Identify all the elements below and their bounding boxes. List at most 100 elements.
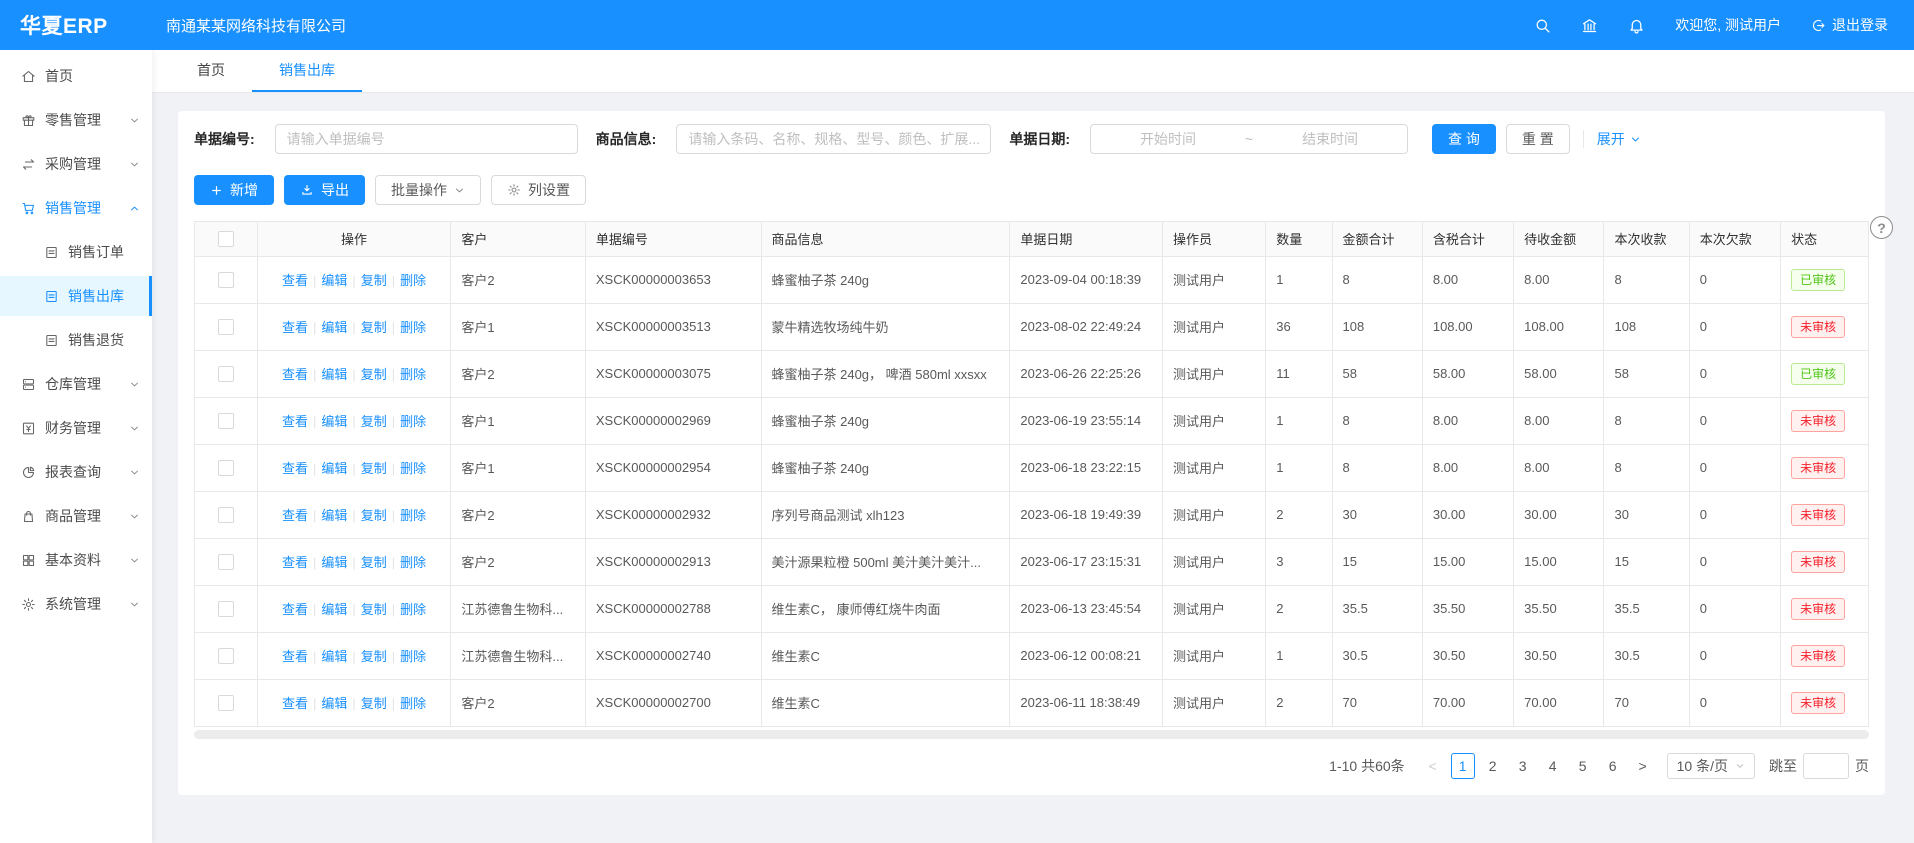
- delete-link[interactable]: 删除: [400, 602, 426, 617]
- pagination-page-4[interactable]: 4: [1541, 753, 1565, 779]
- row-checkbox[interactable]: [218, 648, 234, 664]
- cell-status: 未审核: [1781, 679, 1868, 726]
- pagination-page-6[interactable]: 6: [1601, 753, 1625, 779]
- delete-link[interactable]: 删除: [400, 273, 426, 288]
- sidebar-item-sales[interactable]: 销售管理: [0, 188, 152, 228]
- delete-link[interactable]: 删除: [400, 555, 426, 570]
- pagination-next-button[interactable]: >: [1631, 753, 1655, 779]
- view-link[interactable]: 查看: [282, 508, 308, 523]
- delete-link[interactable]: 删除: [400, 696, 426, 711]
- reset-button[interactable]: 重 置: [1506, 124, 1570, 154]
- sidebar-item-reports[interactable]: 报表查询: [0, 452, 152, 492]
- sidebar-item-warehouse[interactable]: 仓库管理: [0, 364, 152, 404]
- date-range-picker[interactable]: 开始时间 ~ 结束时间: [1090, 124, 1408, 154]
- row-checkbox[interactable]: [218, 695, 234, 711]
- sidebar-item-home[interactable]: 首页: [0, 56, 152, 96]
- expand-link[interactable]: 展开: [1597, 129, 1641, 149]
- pagination-page-2[interactable]: 2: [1481, 753, 1505, 779]
- copy-link[interactable]: 复制: [361, 602, 387, 617]
- copy-link[interactable]: 复制: [361, 649, 387, 664]
- sidebar-item-system[interactable]: 系统管理: [0, 584, 152, 624]
- view-link[interactable]: 查看: [282, 602, 308, 617]
- copy-link[interactable]: 复制: [361, 461, 387, 476]
- delete-link[interactable]: 删除: [400, 508, 426, 523]
- search-icon[interactable]: [1534, 17, 1551, 34]
- copy-link[interactable]: 复制: [361, 508, 387, 523]
- sidebar-item-base[interactable]: 基本资料: [0, 540, 152, 580]
- view-link[interactable]: 查看: [282, 555, 308, 570]
- edit-link[interactable]: 编辑: [321, 320, 347, 335]
- tab-sales-outbound[interactable]: 销售出库: [252, 50, 362, 92]
- pagination-prev-button[interactable]: <: [1421, 753, 1445, 779]
- edit-link[interactable]: 编辑: [321, 602, 347, 617]
- edit-link[interactable]: 编辑: [321, 367, 347, 382]
- batch-actions-button[interactable]: 批量操作: [375, 175, 481, 205]
- pagination-page-3[interactable]: 3: [1511, 753, 1535, 779]
- sidebar-item-purchase[interactable]: 采购管理: [0, 144, 152, 184]
- row-checkbox[interactable]: [218, 554, 234, 570]
- copy-link[interactable]: 复制: [361, 555, 387, 570]
- sidebar-item-sales-outbound[interactable]: 销售出库: [0, 276, 152, 316]
- row-checkbox[interactable]: [218, 272, 234, 288]
- add-button[interactable]: 新增: [194, 175, 274, 205]
- sidebar-item-goods[interactable]: 商品管理: [0, 496, 152, 536]
- row-checkbox[interactable]: [218, 366, 234, 382]
- sidebar-item-sales-return[interactable]: 销售退货: [0, 320, 152, 360]
- tab-home[interactable]: 首页: [170, 50, 252, 92]
- search-button[interactable]: 查 询: [1432, 124, 1496, 154]
- row-checkbox[interactable]: [218, 319, 234, 335]
- delete-link[interactable]: 删除: [400, 414, 426, 429]
- help-button[interactable]: ?: [1870, 216, 1893, 239]
- row-checkbox[interactable]: [218, 507, 234, 523]
- sidebar-item-sales-order[interactable]: 销售订单: [0, 232, 152, 272]
- view-link[interactable]: 查看: [282, 696, 308, 711]
- column-header: 单据编号: [585, 222, 761, 256]
- delete-link[interactable]: 删除: [400, 320, 426, 335]
- bill-no-label: 单据编号:: [194, 129, 255, 149]
- edit-link[interactable]: 编辑: [321, 555, 347, 570]
- jump-to-page-input[interactable]: [1803, 753, 1849, 779]
- logout-button[interactable]: 退出登录: [1811, 15, 1888, 35]
- delete-link[interactable]: 删除: [400, 649, 426, 664]
- column-settings-button[interactable]: 列设置: [491, 175, 586, 205]
- view-link[interactable]: 查看: [282, 273, 308, 288]
- view-link[interactable]: 查看: [282, 461, 308, 476]
- edit-link[interactable]: 编辑: [321, 273, 347, 288]
- sidebar-item-retail[interactable]: 零售管理: [0, 100, 152, 140]
- pagination-page-1[interactable]: 1: [1451, 753, 1475, 779]
- view-link[interactable]: 查看: [282, 367, 308, 382]
- cell-operator: 测试用户: [1162, 350, 1265, 397]
- export-button[interactable]: 导出: [284, 175, 365, 205]
- pagination-page-5[interactable]: 5: [1571, 753, 1595, 779]
- bank-icon[interactable]: [1581, 17, 1598, 34]
- app-logo[interactable]: 华夏ERP: [0, 10, 152, 40]
- edit-link[interactable]: 编辑: [321, 696, 347, 711]
- sidebar-item-finance[interactable]: 财务管理: [0, 408, 152, 448]
- view-link[interactable]: 查看: [282, 414, 308, 429]
- view-link[interactable]: 查看: [282, 320, 308, 335]
- delete-link[interactable]: 删除: [400, 461, 426, 476]
- page-size-select[interactable]: 10 条/页: [1667, 753, 1755, 779]
- row-checkbox[interactable]: [218, 413, 234, 429]
- row-checkbox[interactable]: [218, 601, 234, 617]
- edit-link[interactable]: 编辑: [321, 414, 347, 429]
- sidebar-item-label: 采购管理: [45, 154, 101, 174]
- copy-link[interactable]: 复制: [361, 696, 387, 711]
- bell-icon[interactable]: [1628, 17, 1645, 34]
- bill-no-input[interactable]: [275, 124, 578, 154]
- edit-link[interactable]: 编辑: [321, 508, 347, 523]
- delete-link[interactable]: 删除: [400, 367, 426, 382]
- copy-link[interactable]: 复制: [361, 273, 387, 288]
- row-checkbox[interactable]: [218, 460, 234, 476]
- goods-info-input[interactable]: [676, 124, 991, 154]
- select-all-checkbox[interactable]: [218, 231, 234, 247]
- copy-link[interactable]: 复制: [361, 320, 387, 335]
- view-link[interactable]: 查看: [282, 649, 308, 664]
- copy-link[interactable]: 复制: [361, 414, 387, 429]
- copy-link[interactable]: 复制: [361, 367, 387, 382]
- cell-status: 未审核: [1781, 491, 1868, 538]
- edit-link[interactable]: 编辑: [321, 461, 347, 476]
- export-label: 导出: [321, 180, 349, 200]
- horizontal-scrollbar[interactable]: [194, 730, 1869, 739]
- edit-link[interactable]: 编辑: [321, 649, 347, 664]
